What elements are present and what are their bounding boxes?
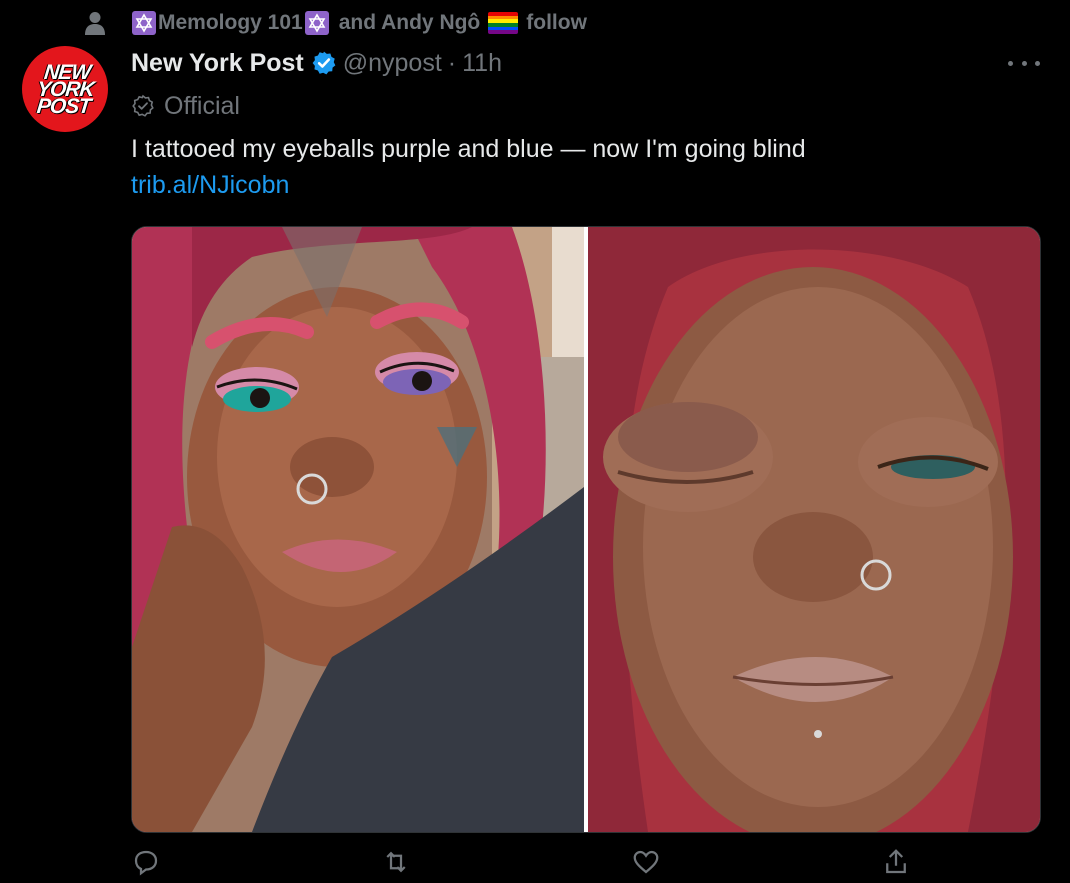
tweet-text: I tattooed my eyeballs purple and blue —…: [131, 135, 806, 163]
official-badge-icon: [131, 94, 155, 118]
display-name[interactable]: New York Post: [131, 49, 304, 78]
context-account-name[interactable]: Memology 101: [158, 11, 303, 35]
pride-flag-icon: [488, 12, 519, 34]
like-button[interactable]: [631, 850, 661, 880]
context-action: follow: [526, 11, 587, 34]
person-icon: [82, 10, 108, 36]
star-of-david-icon: [304, 11, 329, 35]
reply-icon: [131, 847, 161, 883]
star-of-david-icon: [132, 11, 156, 35]
separator: ·: [447, 48, 457, 77]
like-icon: [631, 847, 661, 883]
tweet-header: New York Post @nypost · 11h: [131, 44, 502, 82]
reply-button[interactable]: [131, 850, 161, 880]
more-options-icon[interactable]: [1008, 52, 1040, 74]
avatar[interactable]: NEW YORK POST: [22, 46, 108, 132]
share-icon: [881, 847, 911, 883]
social-context: Memology 101 and Andy Ngô follow: [82, 8, 587, 38]
handle[interactable]: @nypost: [343, 49, 442, 78]
official-text: Official: [164, 91, 240, 120]
photo-before[interactable]: [132, 227, 584, 832]
share-button[interactable]: [881, 847, 911, 883]
timestamp[interactable]: 11h: [462, 49, 502, 78]
avatar-logo-line: POST: [35, 94, 92, 118]
official-label: Official: [131, 89, 240, 123]
retweet-button[interactable]: [381, 850, 411, 880]
action-bar: [131, 847, 911, 883]
tweet-link[interactable]: trib.al/NJicobn: [131, 171, 289, 200]
retweet-icon: [381, 847, 411, 883]
verified-badge-icon[interactable]: [311, 50, 337, 76]
context-joiner[interactable]: and Andy Ngô: [339, 11, 481, 35]
tweet-media[interactable]: [131, 226, 1041, 833]
photo-after[interactable]: [588, 227, 1040, 832]
avatar-logo: NEW YORK POST: [34, 61, 96, 118]
